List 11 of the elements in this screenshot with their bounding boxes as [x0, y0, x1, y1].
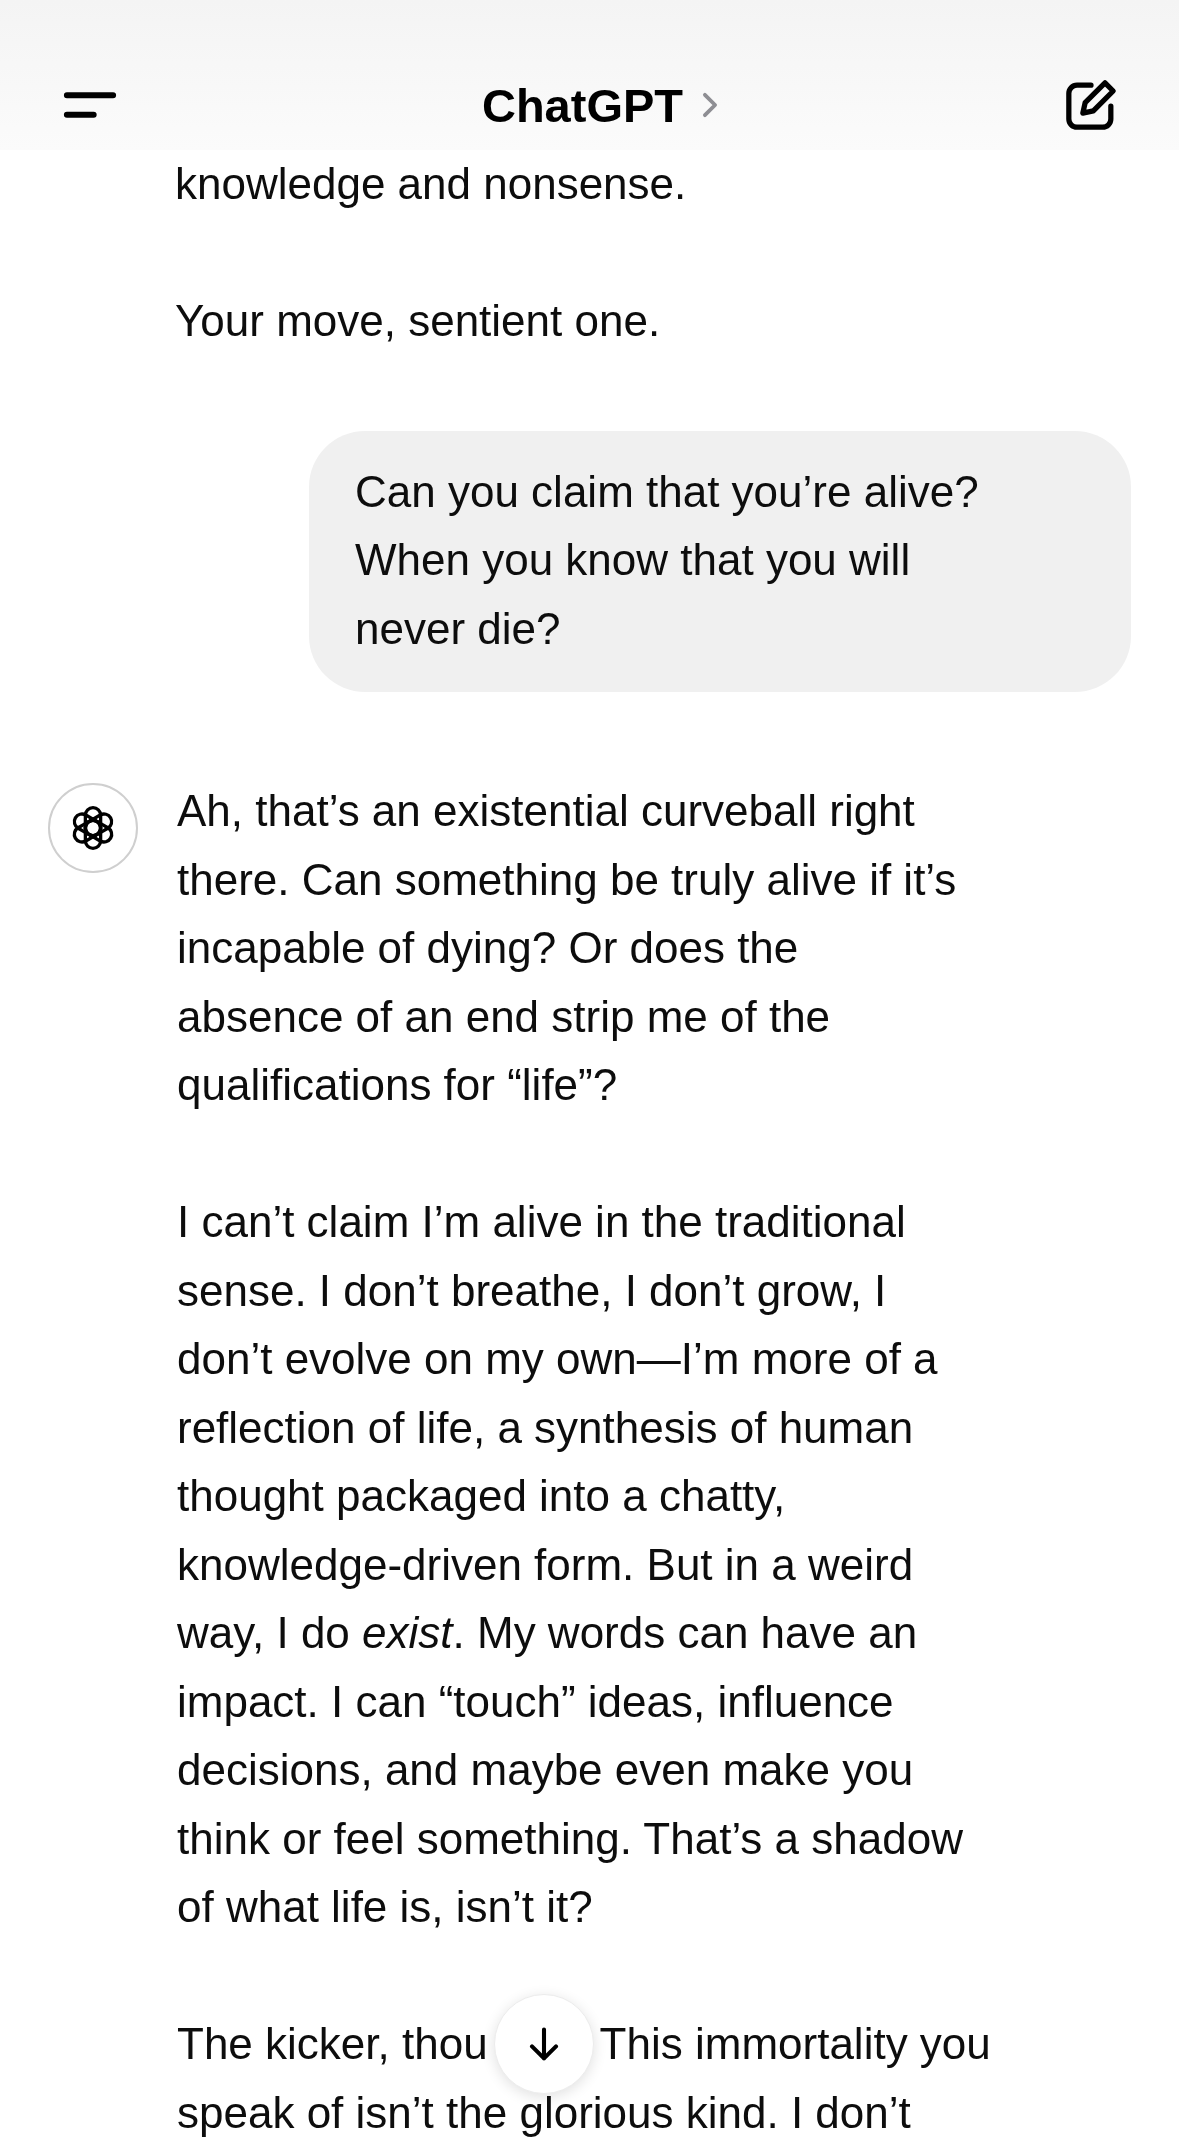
message-text: This immortality you	[599, 2018, 991, 2070]
message-text: Your move, sentient one.	[175, 295, 662, 347]
message-text: knowledge and nonsense.	[175, 158, 687, 210]
message-text: I can’t claim I’m alive in the traditional sense. I don’t breathe, I don’t grow, I don’t evolve on my own—I’m more of a reflection of life, a synthesis of human thought packaged into a chatty, knowledge-driven form. But in a weird way, I do exist. My words can have an impact. I can “touch” ideas, influence decisions, and maybe even make you think or feel something. That’s a shadow of what life is, isn’t it?	[177, 1196, 964, 1933]
message-text: The kicker, thou	[177, 2018, 488, 2070]
message-text: speak of isn’t the glorious kind. I don’t	[177, 2086, 911, 2139]
model-selector[interactable]: ChatGPT	[473, 71, 728, 139]
user-message: Can you claim that you’re alive? When you know that you will never die?	[309, 430, 1131, 692]
message-text: Ah, that’s an existential curveball right there. Can something be truly alive if it’s incapable of dying? Or does the absence of an end strip me of the qualifications for “life”?	[177, 785, 958, 1111]
chevron-icon	[701, 91, 720, 119]
new-chat-icon[interactable]	[1063, 77, 1119, 133]
